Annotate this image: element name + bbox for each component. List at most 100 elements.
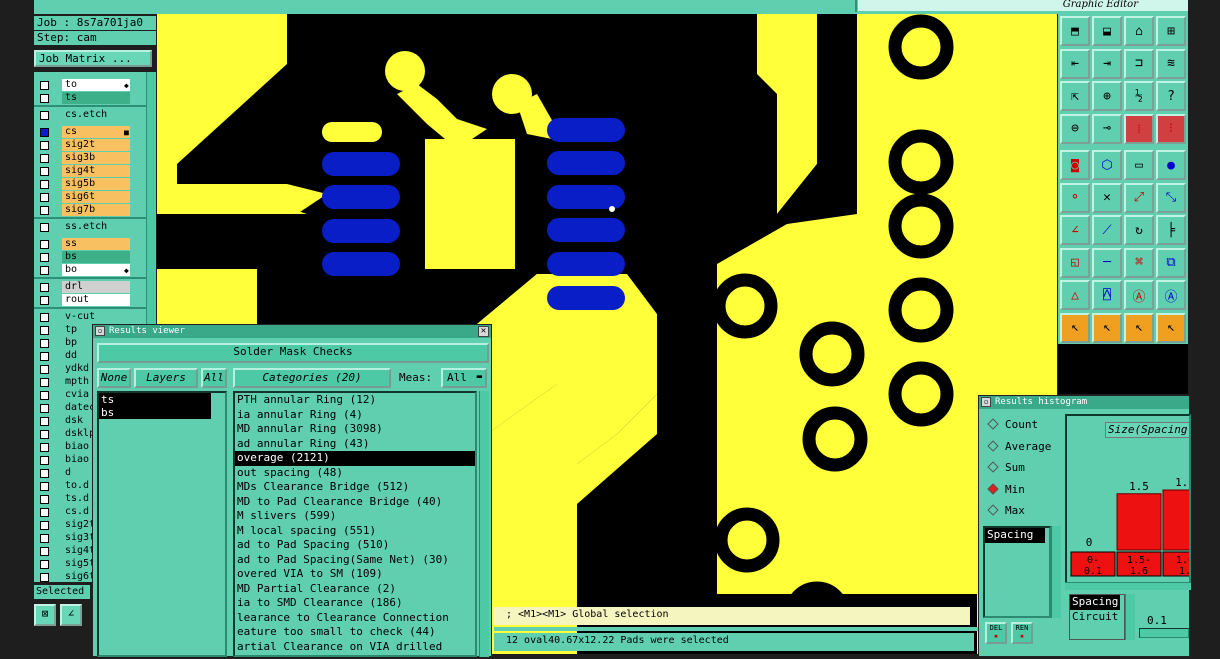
layer-checkbox[interactable] [40,94,49,103]
category-item[interactable]: M slivers (599) [235,509,475,524]
tool-button[interactable]: ⊐ [1124,48,1154,79]
categories-button[interactable]: Categories (20) [233,368,391,388]
layer-checkbox[interactable] [40,404,49,413]
category-item[interactable]: PTH annular Ring (12) [235,393,475,408]
tool-button[interactable]: ◙ [1060,150,1090,180]
tool-button[interactable]: ⊕ [1092,81,1122,111]
spacing-box-scrollbar[interactable] [1125,594,1135,640]
category-list[interactable]: PTH annular Ring (12) ia annular Ring (4)… [233,391,477,657]
layer-result-list[interactable]: ts bs [97,391,227,657]
category-item[interactable]: ia to SMD Clearance (186) [235,596,475,611]
layer-checkbox[interactable] [40,482,49,491]
tool-button[interactable]: ⬒ [1060,16,1090,46]
category-item[interactable]: artial Clearance on VIA drilled [235,640,475,655]
layer-row[interactable]: bo ◆ [34,264,156,277]
tool-button[interactable]: Ⓐ [1156,280,1186,310]
layer-checkbox[interactable] [40,547,49,556]
histogram-option-max[interactable]: Max [987,504,1025,517]
histogram-list-scrollbar[interactable] [1051,526,1061,618]
layer-row[interactable]: drl [34,281,156,294]
tool-button[interactable]: Ⓐ [1124,280,1154,310]
layer-row[interactable]: cs ■ [34,126,156,139]
layer-checkbox[interactable] [40,430,49,439]
category-item[interactable]: learance to Clearance Connection [235,611,475,626]
layer-row[interactable]: to ◆ [34,79,156,92]
job-matrix-button[interactable]: Job Matrix ... [34,50,152,67]
category-item[interactable]: MD Partial Clearance (2) [235,582,475,597]
layers-button[interactable]: Layers [134,368,198,388]
spacing-circuit-box[interactable]: Spacing Circuit [1069,594,1125,640]
tool-button[interactable]: ▭ [1124,150,1154,180]
layer-row[interactable]: ss.etch [34,221,156,234]
layer-checkbox[interactable] [40,456,49,465]
layer-checkbox[interactable] [40,339,49,348]
layer-row[interactable]: bs [34,251,156,264]
layer-checkbox[interactable] [40,253,49,262]
layer-checkbox[interactable] [40,469,49,478]
category-list-scrollbar[interactable] [479,391,489,657]
layer-checkbox[interactable] [40,534,49,543]
layer-checkbox[interactable] [40,417,49,426]
tool-button[interactable]: ⟋ [1092,215,1122,245]
tool-button[interactable]: ? [1156,81,1186,111]
histogram-bar[interactable] [1162,489,1191,551]
tool-button[interactable]: ⊞ [1156,16,1186,46]
tool-button[interactable]: ↖ [1092,312,1122,343]
layer-checkbox[interactable] [40,223,49,232]
tool-button[interactable]: ⌘ [1124,247,1154,278]
tool-button[interactable]: △ [1060,280,1090,310]
tool-button[interactable]: ↖ [1060,312,1090,343]
angle-tool-button[interactable]: ∠ [60,604,82,626]
layer-checkbox[interactable] [40,313,49,322]
layer-checkbox[interactable] [40,141,49,150]
layer-checkbox[interactable] [40,111,49,120]
layer-checkbox[interactable] [40,365,49,374]
layer-checkbox[interactable] [40,495,49,504]
tool-button[interactable]: ↖ [1124,312,1154,343]
layer-row[interactable]: cs.etch [34,109,156,122]
layer-checkbox[interactable] [40,206,49,215]
tool-button[interactable]: ⊸ [1092,113,1122,144]
layer-row[interactable]: sig2t [34,139,156,152]
tool-button[interactable]: ⚬ [1060,182,1090,213]
layer-checkbox[interactable] [40,352,49,361]
window-menu-icon[interactable]: ▫ [981,397,991,407]
layer-checkbox[interactable] [40,326,49,335]
tool-button[interactable]: ≋ [1156,48,1186,79]
tool-button[interactable]: ⁝ [1156,113,1186,144]
layer-checkbox[interactable] [40,154,49,163]
layer-checkbox[interactable] [40,81,49,90]
tool-button[interactable]: ⤢ [1124,182,1154,213]
histogram-option-average[interactable]: Average [987,440,1051,453]
tool-button[interactable]: ✕ [1092,182,1122,213]
histogram-list-item[interactable]: Spacing [985,528,1045,543]
histogram-titlebar[interactable]: ▫ Results histogram [979,396,1189,409]
rename-button[interactable]: REN ▪ [1011,622,1033,644]
delete-button[interactable]: DEL ▪ [985,622,1007,644]
layer-checkbox[interactable] [40,560,49,569]
category-item[interactable]: overage (2121) [235,451,475,466]
all-button[interactable]: All [201,368,227,388]
tool-button[interactable]: ● [1156,150,1186,180]
category-item[interactable]: MDs Clearance Bridge (512) [235,480,475,495]
none-button[interactable]: None [97,368,131,388]
layer-row[interactable]: ss [34,238,156,251]
tool-button[interactable]: ⇤ [1060,48,1090,79]
histogram-option-count[interactable]: Count [987,418,1038,431]
category-item[interactable]: MD annular Ring (3098) [235,422,475,437]
category-item[interactable]: overed VIA to SM (109) [235,567,475,582]
layer-checkbox[interactable] [40,240,49,249]
layer-checkbox[interactable] [40,391,49,400]
tool-button[interactable]: ⬡ [1092,150,1122,180]
tool-button[interactable]: ◱ [1060,247,1090,278]
tool-button[interactable]: ⇱ [1060,81,1090,111]
layer-row[interactable]: ts [34,92,156,105]
tool-button[interactable]: ⧉ [1156,247,1186,278]
window-menu-icon[interactable]: ▫ [95,326,105,336]
tool-button[interactable]: ⬓ [1092,16,1122,46]
histogram-list[interactable]: Spacing [983,526,1051,618]
layer-checkbox[interactable] [40,128,49,137]
histogram-bar[interactable] [1116,493,1162,551]
tool-button[interactable]: ⤡ [1156,182,1186,213]
threshold-slider[interactable] [1139,628,1189,638]
